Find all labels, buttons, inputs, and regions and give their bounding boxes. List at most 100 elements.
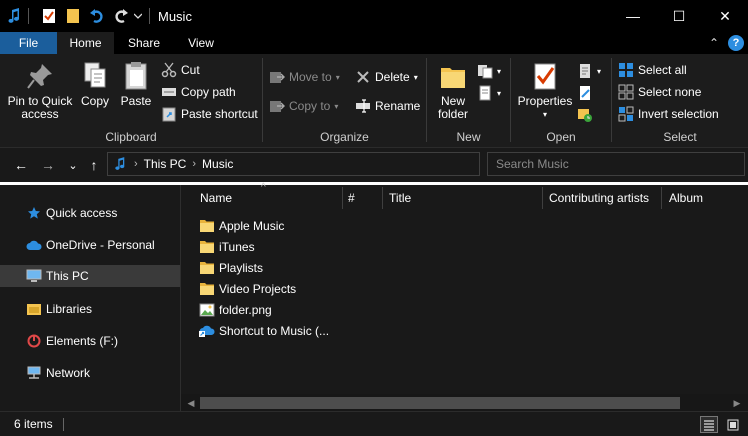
column-header-contributing-artists[interactable]: Contributing artists — [541, 185, 661, 211]
select-none-label: Select none — [638, 85, 702, 99]
new-group: New folder ▾ ▾ New — [427, 54, 510, 148]
maximize-button[interactable]: ☐ — [656, 0, 702, 32]
rename-button[interactable]: Rename — [355, 97, 420, 115]
nav-item-libraries[interactable]: Libraries — [0, 298, 180, 320]
new-folder-button[interactable]: New folder — [433, 60, 473, 121]
paste-shortcut-button[interactable]: Paste shortcut — [161, 105, 258, 123]
invert-selection-button[interactable]: Invert selection — [618, 105, 719, 123]
nav-item-onedrive[interactable]: OneDrive - Personal — [0, 234, 180, 256]
paste-shortcut-icon — [161, 106, 177, 122]
breadcrumb-separator: › — [134, 158, 138, 170]
nav-item-elements-drive[interactable]: Elements (F:) — [0, 330, 180, 352]
forward-button[interactable]: → — [39, 156, 57, 174]
properties-button[interactable]: Properties ▾ — [515, 60, 575, 121]
up-button[interactable]: ↑ — [85, 156, 103, 174]
details-view-button[interactable] — [700, 416, 718, 433]
invert-selection-label: Invert selection — [638, 107, 719, 121]
open-button[interactable]: ▾ — [577, 62, 601, 80]
copy-button[interactable]: Copy — [76, 60, 114, 108]
search-input[interactable]: Search Music — [487, 152, 745, 176]
back-button[interactable]: ← — [12, 156, 30, 174]
nav-item-label: Elements (F:) — [46, 334, 119, 348]
delete-button[interactable]: Delete ▾ — [355, 68, 418, 86]
column-header-album[interactable]: Album — [661, 185, 748, 211]
help-icon[interactable]: ? — [728, 35, 744, 51]
select-all-button[interactable]: Select all — [618, 61, 687, 79]
status-separator — [63, 418, 64, 431]
details-view-icon — [704, 419, 714, 431]
folder-icon — [199, 239, 215, 255]
tab-file[interactable]: File — [0, 32, 57, 54]
copy-path-label: Copy path — [181, 85, 236, 99]
nav-item-network[interactable]: Network — [0, 362, 180, 384]
nav-item-label: Quick access — [46, 206, 118, 220]
tab-view[interactable]: View — [174, 32, 228, 54]
scroll-left-icon[interactable]: ◀ — [184, 396, 198, 410]
cloud-icon — [26, 237, 42, 253]
file-name: folder.png — [219, 303, 272, 317]
folder-icon — [199, 281, 215, 297]
delete-x-icon — [355, 69, 371, 85]
file-row[interactable]: Apple Music — [199, 216, 284, 236]
easy-access-icon — [477, 85, 493, 101]
column-header-name[interactable]: Name — [192, 185, 342, 211]
libraries-icon — [26, 301, 42, 317]
file-row[interactable]: folder.png — [199, 300, 272, 320]
close-button[interactable]: ✕ — [702, 0, 748, 32]
nav-item-this-pc[interactable]: This PC — [0, 265, 180, 287]
redo-icon[interactable] — [113, 8, 129, 24]
copy-to-icon — [269, 98, 285, 114]
large-icons-view-button[interactable] — [724, 416, 742, 433]
properties-check-icon[interactable] — [41, 8, 57, 24]
pin-to-quick-access-button[interactable]: Pin to Quick access — [4, 60, 76, 121]
music-note-icon[interactable] — [6, 8, 22, 24]
nav-item-quick-access[interactable]: Quick access — [0, 202, 180, 224]
edit-icon — [577, 85, 593, 101]
new-folder-icon[interactable] — [65, 8, 81, 24]
breadcrumb-music[interactable]: Music — [202, 157, 233, 171]
copy-to-label: Copy to — [289, 99, 331, 113]
select-all-icon — [618, 62, 634, 78]
select-none-button[interactable]: Select none — [618, 83, 701, 101]
column-header-number[interactable]: # — [340, 185, 380, 211]
paste-button[interactable]: Paste — [116, 60, 156, 108]
file-name: Shortcut to Music (... — [219, 324, 330, 338]
scrollbar-thumb[interactable] — [200, 397, 680, 409]
open-group: Properties ▾ ▾ Open — [511, 54, 611, 148]
column-header-title[interactable]: Title — [381, 185, 541, 211]
new-item-icon — [477, 63, 493, 79]
move-to-button[interactable]: Move to ▾ — [269, 68, 340, 86]
new-folder-label-line2: folder — [437, 107, 469, 121]
easy-access-button[interactable]: ▾ — [477, 84, 501, 102]
collapse-ribbon-icon[interactable]: ⌃ — [706, 35, 722, 51]
properties-label: Properties — [517, 94, 573, 108]
paste-label: Paste — [120, 94, 152, 108]
file-name: Apple Music — [219, 219, 285, 233]
file-row[interactable]: Shortcut to Music (... — [199, 321, 329, 341]
copy-label: Copy — [80, 94, 109, 108]
address-bar[interactable]: › This PC › Music — [107, 152, 480, 176]
minimize-button[interactable]: — — [610, 0, 656, 32]
customize-dropdown-icon[interactable] — [133, 8, 143, 24]
tab-home[interactable]: Home — [57, 32, 114, 54]
copy-to-button[interactable]: Copy to ▾ — [269, 97, 338, 115]
toolbar-separator — [28, 8, 29, 24]
pin-icon — [24, 60, 56, 92]
nav-item-label: Network — [46, 366, 91, 380]
new-item-button[interactable]: ▾ — [477, 62, 501, 80]
edit-button[interactable] — [577, 84, 597, 102]
file-row[interactable]: Video Projects — [199, 279, 296, 299]
file-row[interactable]: Playlists — [199, 258, 263, 278]
history-icon — [577, 107, 593, 123]
cut-button[interactable]: Cut — [161, 61, 200, 79]
scroll-right-icon[interactable]: ▶ — [730, 396, 744, 410]
copy-path-button[interactable]: Copy path — [161, 83, 236, 101]
recent-locations-button[interactable]: ⌄ — [64, 156, 82, 174]
history-button[interactable] — [577, 106, 597, 124]
breadcrumb-this-pc[interactable]: This PC — [144, 157, 187, 171]
copy-path-icon — [161, 84, 177, 100]
file-row[interactable]: iTunes — [199, 237, 255, 257]
undo-icon[interactable] — [89, 8, 105, 24]
tab-share[interactable]: Share — [114, 32, 174, 54]
organize-group: Move to ▾ Copy to ▾ Delete ▾ Rename Orga… — [263, 54, 426, 148]
